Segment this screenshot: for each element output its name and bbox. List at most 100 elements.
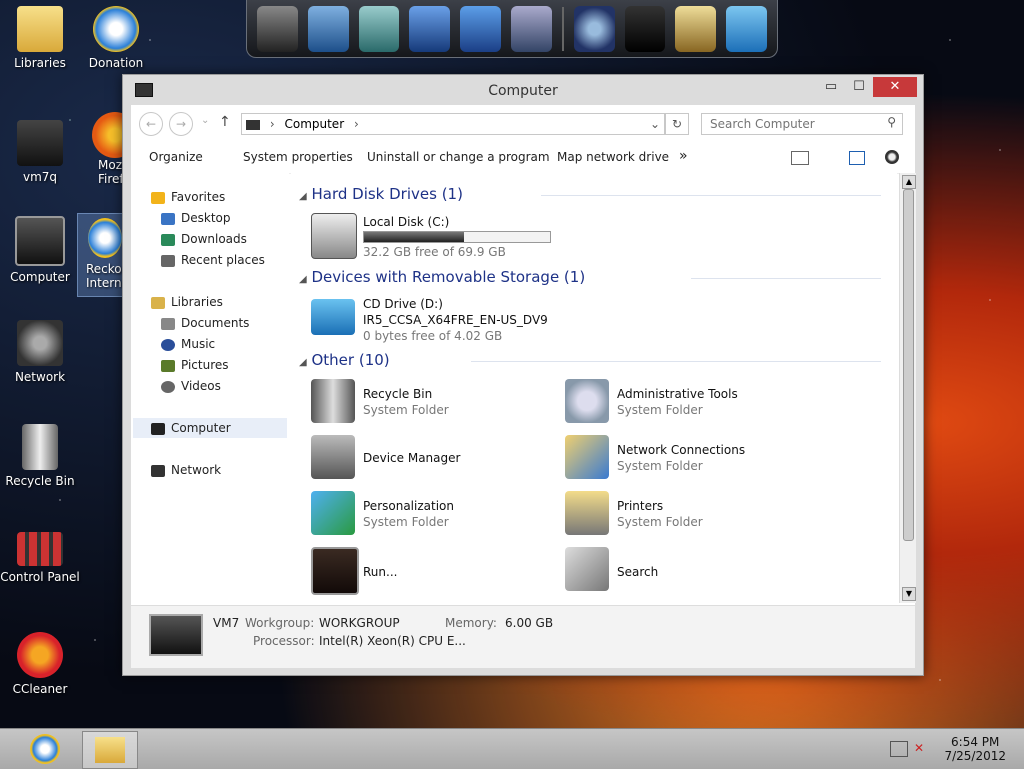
nav-computer[interactable]: Computer <box>133 418 287 438</box>
item-name: Search <box>617 565 659 579</box>
drive-local-disk-c[interactable]: Local Disk (C:) 32.2 GB free of 69.9 GB <box>311 213 551 261</box>
nav-downloads[interactable]: Downloads <box>161 229 247 249</box>
drive-free-space: 0 bytes free of 4.02 GB <box>363 329 503 343</box>
trash-icon[interactable] <box>726 5 768 52</box>
item-recycle-bin[interactable]: Recycle Bin System Folder <box>311 379 541 427</box>
uninstall-program-button[interactable]: Uninstall or change a program <box>367 150 550 164</box>
scrollbar-thumb[interactable] <box>903 189 914 541</box>
nav-desktop[interactable]: Desktop <box>161 208 231 228</box>
minimize-button[interactable]: ▭ <box>817 77 845 97</box>
pictures-icon[interactable] <box>460 5 502 52</box>
desktop-icon-ccleaner[interactable]: CCleaner <box>0 632 80 696</box>
drive-cd-d[interactable]: CD Drive (D:) IR5_CCSA_X64FRE_EN-US_DV9 … <box>311 297 571 345</box>
desktop-icon-label: Donation <box>88 56 144 70</box>
item-personalization[interactable]: Personalization System Folder <box>311 491 541 539</box>
help-icon[interactable] <box>885 150 899 164</box>
more-commands-button[interactable]: » <box>679 148 688 164</box>
desktop-icon-network[interactable]: Network <box>0 320 80 384</box>
media-player-icon[interactable] <box>409 5 451 52</box>
collapse-triangle-icon[interactable]: ◢ <box>299 357 307 368</box>
computer-icon <box>246 119 260 130</box>
drive-name: CD Drive (D:) <box>363 297 443 311</box>
desktop-icon-donation[interactable]: Donation <box>76 6 156 70</box>
workgroup-label: Workgroup: <box>245 616 315 630</box>
preview-pane-icon[interactable] <box>849 151 865 165</box>
recent-pages-dropdown[interactable]: ⌄ <box>201 115 209 126</box>
system-clock[interactable]: 6:54 PM 7/25/2012 <box>944 735 1006 763</box>
nav-videos[interactable]: Videos <box>161 376 221 396</box>
address-box[interactable]: › Computer › ⌄ <box>241 113 665 135</box>
globe-icon[interactable] <box>573 5 615 52</box>
action-center-icon[interactable] <box>890 741 908 757</box>
item-printers[interactable]: Printers System Folder <box>565 491 795 539</box>
item-type: System Folder <box>617 403 703 417</box>
search-input[interactable] <box>708 114 882 134</box>
title-bar[interactable]: Computer ▭ ☐ ✕ <box>123 75 923 105</box>
taskbar-internet-explorer[interactable] <box>18 731 72 767</box>
group-header: Hard Disk Drives (1) <box>311 185 463 203</box>
breadcrumb-arrow[interactable]: › <box>270 117 275 131</box>
content-pane: ◢ Hard Disk Drives (1) Local Disk (C:) 3… <box>291 173 897 603</box>
network-icon[interactable] <box>307 5 349 52</box>
libraries-icon[interactable] <box>358 5 400 52</box>
nav-network[interactable]: Network <box>151 460 221 480</box>
dock-bar <box>246 0 778 58</box>
vertical-scrollbar[interactable]: ▲ ▼ <box>899 173 916 603</box>
window-body: ← → ⌄ ↑ › Computer › ⌄ ↻ ⚲ Organize Syst… <box>131 105 916 668</box>
run-icon <box>311 547 359 595</box>
nav-libraries[interactable]: Libraries <box>151 292 223 312</box>
desktop-icon-control-panel[interactable]: Control Panel <box>0 532 80 584</box>
up-button[interactable]: ↑ <box>219 114 231 130</box>
search-box[interactable]: ⚲ <box>701 113 903 135</box>
nav-pictures[interactable]: Pictures <box>161 355 229 375</box>
forward-button[interactable]: → <box>169 112 193 136</box>
group-other[interactable]: ◢ Other (10) <box>299 351 390 369</box>
item-network-connections[interactable]: Network Connections System Folder <box>565 435 795 483</box>
taskbar-file-explorer[interactable] <box>82 731 138 769</box>
desktop-icon-computer[interactable]: Computer <box>0 216 80 284</box>
desktop-icon-internet-explorer[interactable]: Recko Internat <box>77 213 123 297</box>
nav-documents[interactable]: Documents <box>161 313 249 333</box>
desktop-icon-label: CCleaner <box>12 682 68 696</box>
desktop-icon <box>161 212 175 225</box>
change-view-icon[interactable] <box>791 151 809 165</box>
organize-button[interactable]: Organize <box>149 150 203 164</box>
collapse-triangle-icon[interactable]: ◢ <box>299 191 307 202</box>
search-icon[interactable]: ⚲ <box>887 115 896 129</box>
scroll-down-arrow-icon[interactable]: ▼ <box>902 587 916 601</box>
item-run[interactable]: Run... <box>311 547 541 595</box>
maximize-button[interactable]: ☐ <box>845 77 873 97</box>
computer-icon[interactable] <box>257 5 298 52</box>
close-button[interactable]: ✕ <box>873 77 917 97</box>
device-manager-icon <box>311 435 355 479</box>
shirt-icon[interactable] <box>624 5 666 52</box>
memory-label: Memory: <box>445 616 497 630</box>
collapse-triangle-icon[interactable]: ◢ <box>299 274 307 285</box>
breadcrumb-arrow[interactable]: › <box>354 117 359 131</box>
system-properties-button[interactable]: System properties <box>243 150 353 164</box>
address-dropdown-button[interactable]: ⌄ <box>650 114 660 134</box>
hard-disk-icon <box>311 213 357 259</box>
breadcrumb-computer[interactable]: Computer <box>284 117 344 131</box>
group-removable-storage[interactable]: ◢ Devices with Removable Storage (1) <box>299 268 585 286</box>
nav-favorites[interactable]: Favorites <box>151 187 225 207</box>
map-network-drive-button[interactable]: Map network drive <box>557 150 669 164</box>
scroll-up-arrow-icon[interactable]: ▲ <box>902 175 916 189</box>
nav-recent-places[interactable]: Recent places <box>161 250 265 270</box>
item-name: Administrative Tools <box>617 387 738 401</box>
item-search[interactable]: Search <box>565 547 795 595</box>
refresh-button[interactable]: ↻ <box>665 113 689 135</box>
tools-icon[interactable] <box>675 5 717 52</box>
desktop-icon-vm7q[interactable]: vm7q <box>0 120 80 184</box>
item-administrative-tools[interactable]: Administrative Tools System Folder <box>565 379 795 427</box>
desktop-icon-libraries[interactable]: Libraries <box>0 6 80 70</box>
desktop-icon-recycle-bin[interactable]: Recycle Bin <box>0 424 80 488</box>
nav-music[interactable]: Music <box>161 334 215 354</box>
computer-icon <box>15 216 65 266</box>
back-button[interactable]: ← <box>139 112 163 136</box>
volume-muted-icon[interactable]: ✕ <box>914 741 930 755</box>
taskbar: ✕ 6:54 PM 7/25/2012 <box>0 728 1024 769</box>
disc-icon[interactable] <box>511 5 552 52</box>
group-hard-disk-drives[interactable]: ◢ Hard Disk Drives (1) <box>299 185 463 203</box>
item-device-manager[interactable]: Device Manager <box>311 435 541 483</box>
